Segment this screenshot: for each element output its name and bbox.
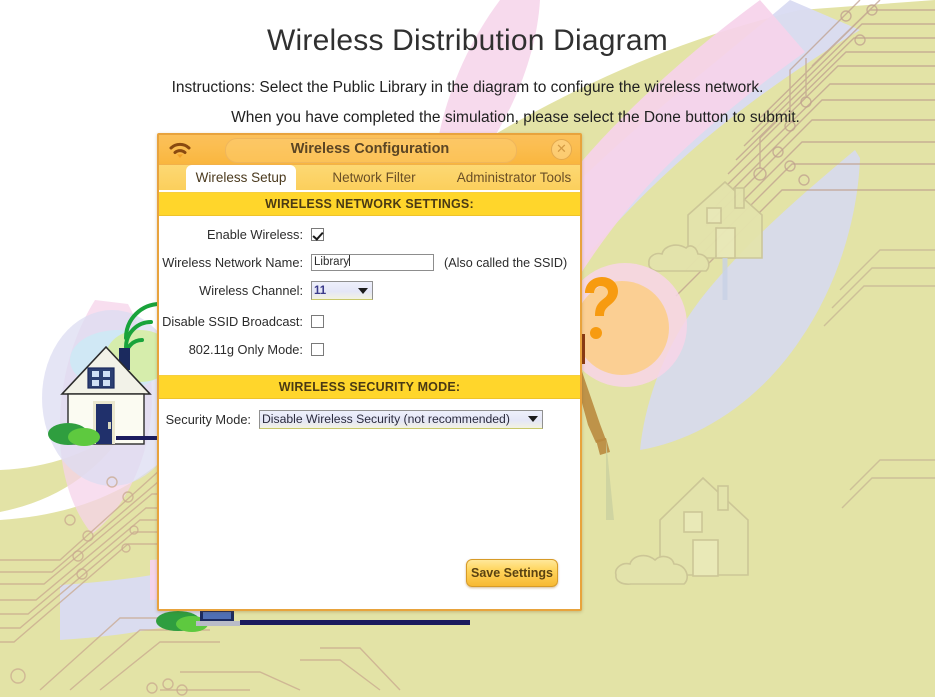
instruction-line-1: Instructions: Select the Public Library … xyxy=(0,79,935,97)
tab-administrator-tools[interactable]: Administrator Tools xyxy=(449,165,579,190)
row-network-name: Wireless Network Name: Library (Also cal… xyxy=(159,250,580,275)
section-header-network-settings: WIRELESS NETWORK SETTINGS: xyxy=(159,192,580,216)
label-disable-ssid-broadcast: Disable SSID Broadcast: xyxy=(159,314,311,329)
wifi-icon xyxy=(167,139,193,159)
instruction-line-2: When you have completed the simulation, … xyxy=(0,109,935,127)
checkbox-enable-wireless[interactable] xyxy=(311,228,324,241)
wireless-configuration-panel: Wireless Configuration ✕ Wireless Setup … xyxy=(157,133,582,611)
tab-network-filter[interactable]: Network Filter xyxy=(319,165,429,190)
row-disable-ssid-broadcast: Disable SSID Broadcast: xyxy=(159,309,580,334)
wireless-settings-form: Enable Wireless: Wireless Network Name: … xyxy=(159,216,580,367)
checkbox-802-11g-only-mode[interactable] xyxy=(311,343,324,356)
checkbox-disable-ssid-broadcast[interactable] xyxy=(311,315,324,328)
label-enable-wireless: Enable Wireless: xyxy=(159,227,311,242)
tab-wireless-setup[interactable]: Wireless Setup xyxy=(186,165,296,190)
select-wireless-channel[interactable]: 11 xyxy=(311,281,373,300)
panel-window-title: Wireless Configuration xyxy=(225,138,515,161)
close-icon[interactable]: ✕ xyxy=(551,139,572,160)
label-security-mode: Security Mode: xyxy=(159,412,259,427)
screen: Wireless Distribution Diagram Instructio… xyxy=(0,0,935,697)
save-settings-button[interactable]: Save Settings xyxy=(466,559,558,587)
tab-bar: Wireless Setup Network Filter Administra… xyxy=(159,165,580,192)
label-network-name: Wireless Network Name: xyxy=(159,255,311,270)
select-wireless-channel-value: 11 xyxy=(314,285,354,297)
chevron-down-icon xyxy=(358,288,368,294)
panel-title-bar: Wireless Configuration ✕ xyxy=(159,135,580,165)
select-security-mode[interactable]: Disable Wireless Security (not recommend… xyxy=(259,410,543,429)
row-security-mode: Security Mode: Disable Wireless Security… xyxy=(159,405,580,433)
chevron-down-icon xyxy=(528,416,538,422)
hint-ssid: (Also called the SSID) xyxy=(444,256,567,270)
label-802-11g-only-mode: 802.11g Only Mode: xyxy=(159,342,311,357)
row-wireless-channel: Wireless Channel: 11 xyxy=(159,278,580,303)
row-802-11g-only-mode: 802.11g Only Mode: xyxy=(159,337,580,362)
page-title: Wireless Distribution Diagram xyxy=(0,24,935,58)
section-header-security-mode: WIRELESS SECURITY MODE: xyxy=(159,375,580,399)
row-enable-wireless: Enable Wireless: xyxy=(159,222,580,247)
input-network-name[interactable]: Library xyxy=(311,254,434,271)
input-network-name-value: Library xyxy=(314,256,349,268)
text-caret xyxy=(349,255,350,266)
select-security-mode-value: Disable Wireless Security (not recommend… xyxy=(262,412,524,426)
label-wireless-channel: Wireless Channel: xyxy=(159,283,311,298)
